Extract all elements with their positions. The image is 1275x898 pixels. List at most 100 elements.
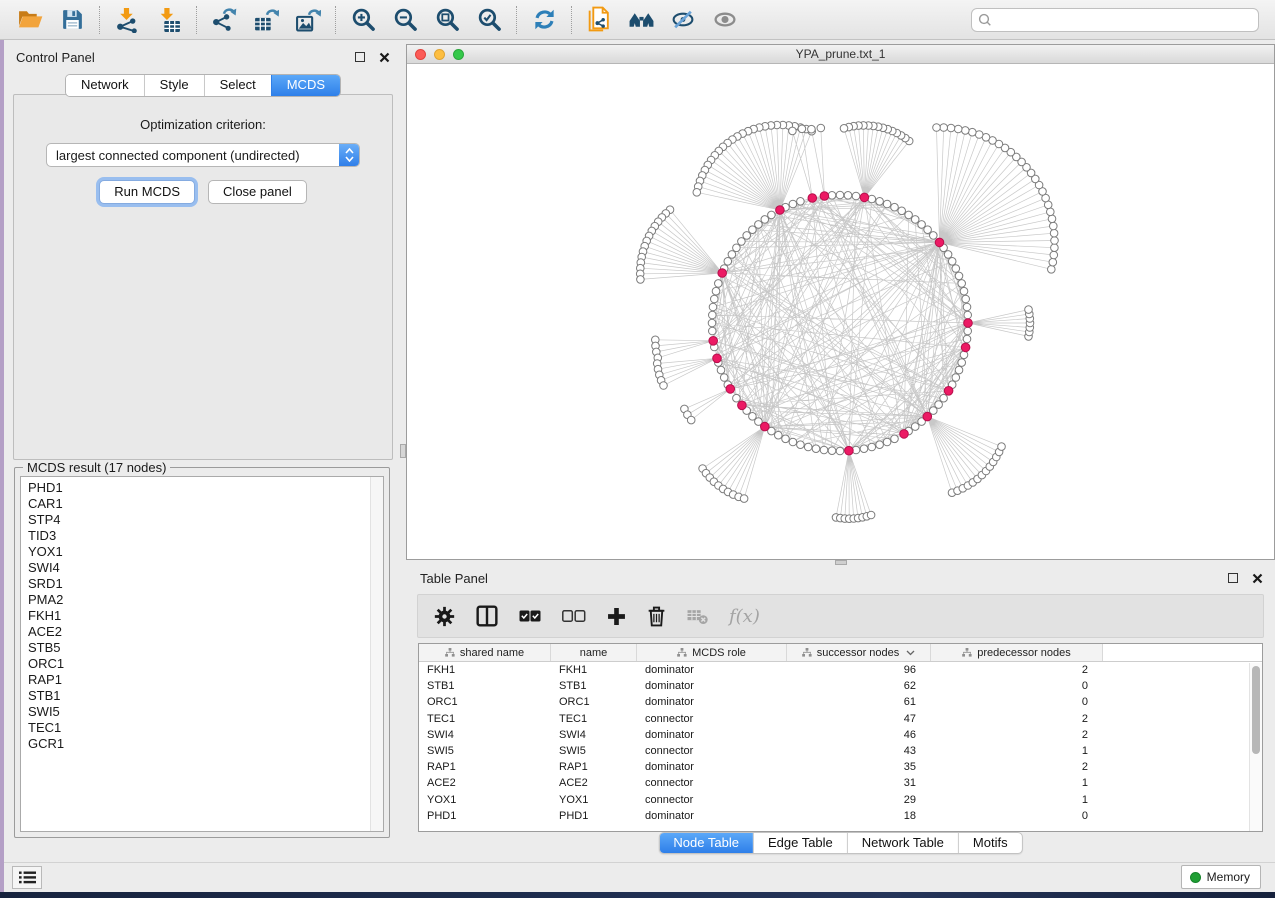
tab-edge-table[interactable]: Edge Table [753, 833, 847, 853]
export-image-button[interactable] [290, 4, 326, 36]
network-node[interactable] [918, 221, 926, 229]
cell-successor-nodes[interactable]: 29 [787, 794, 931, 806]
network-node[interactable] [836, 447, 844, 455]
network-node[interactable] [883, 200, 891, 208]
cell-name[interactable]: ORC1 [551, 696, 637, 708]
network-node[interactable] [958, 280, 966, 288]
cell-shared-name[interactable]: ORC1 [419, 696, 551, 708]
mcds-result-item[interactable]: SWI4 [28, 560, 383, 576]
network-node[interactable] [733, 244, 741, 252]
network-node[interactable] [933, 124, 941, 132]
mcds-result-item[interactable]: ACE2 [28, 624, 383, 640]
cell-successor-nodes[interactable]: 62 [787, 680, 931, 692]
column-header-MCDS-role[interactable]: MCDS role [637, 644, 787, 661]
search-box[interactable] [971, 8, 1259, 32]
mcds-node[interactable] [761, 422, 770, 431]
zoom-in-button[interactable] [345, 4, 381, 36]
network-node[interactable] [782, 435, 790, 443]
cell-successor-nodes[interactable]: 43 [787, 745, 931, 757]
table-row[interactable]: PHD1PHD1dominator180 [419, 808, 1262, 824]
network-node[interactable] [969, 128, 977, 136]
network-node[interactable] [840, 125, 848, 133]
column-header-successor-nodes[interactable]: successor nodes [787, 644, 931, 661]
network-node[interactable] [1025, 306, 1033, 314]
network-node[interactable] [761, 216, 769, 224]
network-node[interactable] [1049, 258, 1057, 266]
network-node[interactable] [955, 366, 963, 374]
column-header-name[interactable]: name [551, 644, 637, 661]
table-row[interactable]: ORC1ORC1dominator610 [419, 694, 1262, 710]
mcds-result-item[interactable]: SRD1 [28, 576, 383, 592]
mcds-result-item[interactable]: TID3 [28, 528, 383, 544]
network-node[interactable] [1050, 229, 1058, 237]
cell-shared-name[interactable]: ACE2 [419, 777, 551, 789]
network-node[interactable] [1050, 222, 1058, 230]
zoom-out-button[interactable] [387, 4, 423, 36]
cell-name[interactable]: STB1 [551, 680, 637, 692]
network-node[interactable] [1051, 244, 1059, 252]
network-node[interactable] [1048, 215, 1056, 223]
cell-predecessor-nodes[interactable]: 2 [931, 761, 1103, 773]
mcds-result-item[interactable]: ORC1 [28, 656, 383, 672]
mcds-result-item[interactable]: CAR1 [28, 496, 383, 512]
cell-shared-name[interactable]: SWI5 [419, 745, 551, 757]
cell-successor-nodes[interactable]: 18 [787, 810, 931, 822]
close-panel-icon[interactable] [379, 52, 390, 63]
window-maximize-icon[interactable] [453, 49, 464, 60]
mcds-result-item[interactable]: RAP1 [28, 672, 383, 688]
network-node[interactable] [798, 125, 806, 133]
mcds-list-scrollbar[interactable] [370, 477, 383, 831]
network-node[interactable] [947, 124, 955, 132]
network-node[interactable] [898, 207, 906, 215]
network-node[interactable] [868, 443, 876, 451]
export-table-button[interactable] [248, 4, 284, 36]
network-node[interactable] [954, 125, 962, 133]
network-node[interactable] [944, 251, 952, 259]
network-node[interactable] [935, 401, 943, 409]
task-history-button[interactable] [12, 866, 42, 889]
network-window-titlebar[interactable]: YPA_prune.txt_1 [407, 45, 1274, 64]
network-node[interactable] [812, 445, 820, 453]
cell-shared-name[interactable]: STB1 [419, 680, 551, 692]
cell-predecessor-nodes[interactable]: 0 [931, 696, 1103, 708]
cell-name[interactable]: FKH1 [551, 664, 637, 676]
mcds-node[interactable] [776, 206, 785, 215]
network-node[interactable] [960, 287, 968, 295]
select-all-button[interactable] [519, 610, 541, 622]
cell-name[interactable]: TEC1 [551, 713, 637, 725]
tab-network[interactable]: Network [66, 75, 144, 96]
columns-button[interactable] [476, 605, 498, 627]
column-header-predecessor-nodes[interactable]: predecessor nodes [931, 644, 1103, 661]
cell-successor-nodes[interactable]: 47 [787, 713, 931, 725]
table-row[interactable]: STB1STB1dominator620 [419, 678, 1262, 694]
network-node[interactable] [1047, 208, 1055, 216]
cell-successor-nodes[interactable]: 96 [787, 664, 931, 676]
tab-motifs[interactable]: Motifs [958, 833, 1022, 853]
mcds-node[interactable] [935, 238, 944, 247]
column-header-shared-name[interactable]: shared name [419, 644, 551, 661]
mcds-result-item[interactable]: STB1 [28, 688, 383, 704]
table-scrollbar-thumb[interactable] [1252, 666, 1260, 754]
network-node[interactable] [720, 374, 728, 382]
import-table-button[interactable] [151, 4, 187, 36]
network-node[interactable] [1051, 237, 1059, 245]
trash-button[interactable] [647, 605, 666, 627]
cell-MCDS-role[interactable]: connector [637, 794, 787, 806]
network-node[interactable] [940, 394, 948, 402]
cell-shared-name[interactable]: SWI4 [419, 729, 551, 741]
network-node[interactable] [789, 438, 797, 446]
export-network-button[interactable] [206, 4, 242, 36]
network-node[interactable] [1048, 266, 1056, 274]
zoom-selected-button[interactable] [471, 4, 507, 36]
network-node[interactable] [952, 374, 960, 382]
node-table[interactable]: shared namenameMCDS rolesuccessor nodesp… [418, 643, 1263, 832]
mcds-node[interactable] [726, 385, 735, 394]
cell-predecessor-nodes[interactable]: 0 [931, 680, 1103, 692]
network-node[interactable] [911, 423, 919, 431]
window-close-icon[interactable] [415, 49, 426, 60]
cell-predecessor-nodes[interactable]: 2 [931, 664, 1103, 676]
network-node[interactable] [717, 366, 725, 374]
network-node[interactable] [738, 238, 746, 246]
cell-MCDS-role[interactable]: dominator [637, 696, 787, 708]
network-node[interactable] [940, 124, 948, 132]
